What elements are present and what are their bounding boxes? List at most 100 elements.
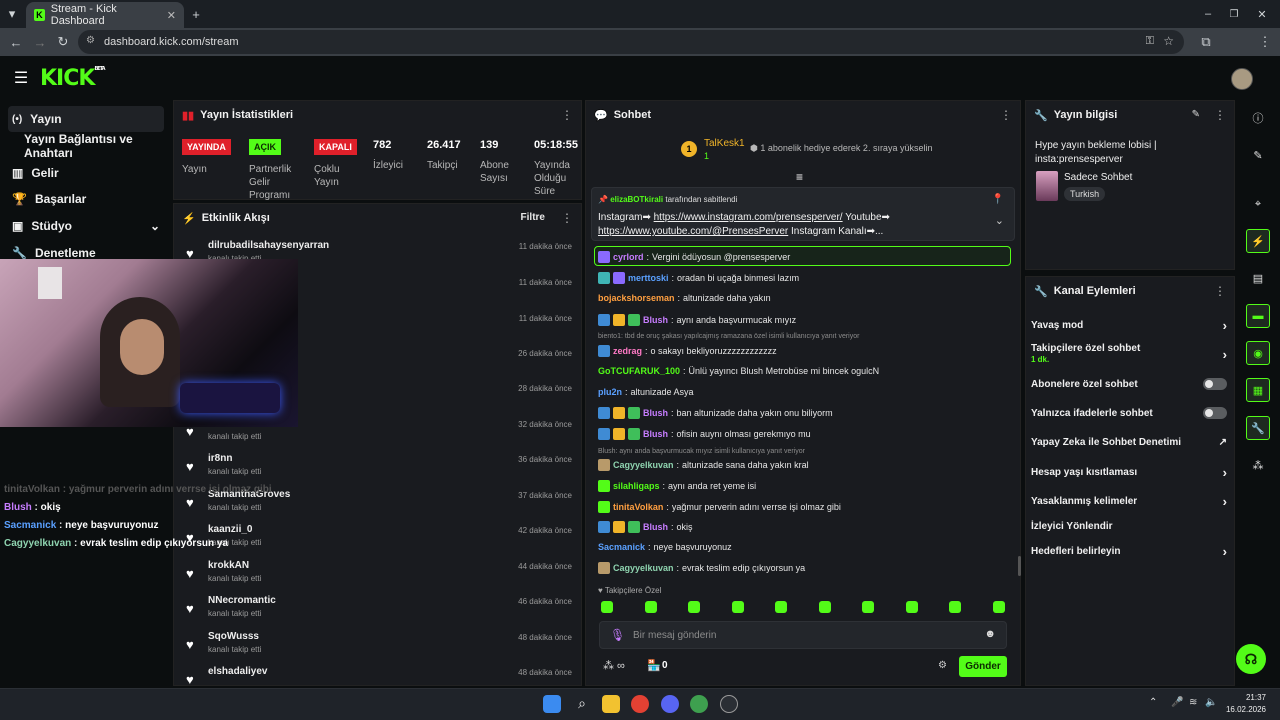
category-name[interactable]: Sadece Sohbet xyxy=(1064,172,1132,183)
broadcast-rail-icon[interactable]: ◉ xyxy=(1246,341,1270,365)
chat-message[interactable]: merttoski: oradan bi uçağa binmesi lazım xyxy=(598,272,799,284)
chat-username[interactable]: zedrag xyxy=(613,346,642,356)
stats-menu-icon[interactable]: ⋮ xyxy=(561,108,573,122)
chat-username[interactable]: Cagyyelkuvan xyxy=(613,460,674,470)
emote-icon[interactable] xyxy=(688,601,700,613)
chat-username[interactable]: bojackshorseman xyxy=(598,293,675,303)
expand-pin-icon[interactable]: ⌄ xyxy=(995,214,1004,227)
event-row[interactable]: ♥ krokkAN kanalı takip etti 44 dakika ön… xyxy=(182,558,572,594)
channel-points-icon[interactable]: ⁂ ∞ xyxy=(603,659,625,672)
support-headset-icon[interactable]: ☊ xyxy=(1236,644,1266,674)
chat-username[interactable]: merttoski xyxy=(628,273,669,283)
speaker-icon[interactable]: 🔈 xyxy=(1205,697,1217,708)
gift-leader-name[interactable]: TalKesk1 xyxy=(704,138,745,149)
notes-icon[interactable]: ▤ xyxy=(1246,266,1270,290)
discord-icon[interactable] xyxy=(661,695,679,713)
store-icon[interactable]: 🏪 xyxy=(647,659,661,672)
sidebar-item-basarilar[interactable]: 🏆 Başarılar xyxy=(8,186,164,212)
channel-action-row[interactable]: Takipçilere özel sohbet 1 dk. › xyxy=(1031,343,1227,365)
sidebar-item-stream-key[interactable]: Yayın Bağlantısı ve Anahtarı xyxy=(20,132,170,160)
chat-message[interactable]: bojackshorseman: altunizade daha yakın xyxy=(598,293,771,303)
emoji-icon[interactable]: ☻ xyxy=(984,628,996,640)
category-thumbnail[interactable] xyxy=(1036,171,1058,201)
emote-icon[interactable] xyxy=(601,601,613,613)
gift-prompt[interactable]: ⬢ 1 abonelik hediye ederek 2. sıraya yük… xyxy=(750,143,932,154)
hamburger-menu-icon[interactable]: ☰ xyxy=(12,69,30,87)
maximize-icon[interactable]: ❐ xyxy=(1226,6,1242,22)
emote-icon[interactable] xyxy=(775,601,787,613)
channel-action-row[interactable]: Hesap yaşı kısıtlaması › xyxy=(1031,461,1227,483)
layout-rail-icon[interactable]: ▦ xyxy=(1246,378,1270,402)
chat-message[interactable]: Blush: okiş xyxy=(598,521,693,533)
chat-message[interactable]: Blush: aynı anda başvurmucak mıyız xyxy=(598,314,796,326)
chat-username[interactable]: Cagyyelkuvan xyxy=(613,563,674,573)
chat-rail-icon[interactable]: ▬ xyxy=(1246,304,1270,328)
new-tab-icon[interactable]: + xyxy=(188,6,204,22)
chrome-icon[interactable] xyxy=(631,695,649,713)
mic-tray-icon[interactable]: 🎤 xyxy=(1171,697,1183,708)
user-avatar[interactable] xyxy=(1231,68,1253,90)
reload-icon[interactable]: ↻ xyxy=(55,34,71,50)
chat-username[interactable]: Sacmanick xyxy=(598,542,645,552)
chat-input-box[interactable]: 🎙 Bir mesaj gönderin ☻ xyxy=(599,621,1007,649)
chat-username[interactable]: tinitaVolkan xyxy=(613,502,663,512)
toggle-switch[interactable] xyxy=(1203,407,1227,419)
sidebar-item-yayin[interactable]: (•) Yayın xyxy=(8,106,164,132)
tray-expand-icon[interactable]: ⌃ xyxy=(1149,697,1157,708)
sidebar-item-gelir[interactable]: ▥ Gelir xyxy=(8,160,164,186)
windows-start-icon[interactable] xyxy=(543,695,561,713)
chat-username[interactable]: GoTCUFARUK_100 xyxy=(598,366,680,376)
microphone-icon[interactable]: 🎙 xyxy=(610,628,625,642)
forward-icon[interactable]: → xyxy=(32,34,48,50)
emote-icon[interactable] xyxy=(732,601,744,613)
tab-menu-icon[interactable]: ▾ xyxy=(4,6,20,22)
chat-username[interactable]: Blush xyxy=(643,429,668,439)
extensions-icon[interactable]: ⧉ xyxy=(1198,34,1214,50)
chat-message[interactable]: Cagyyelkuvan: altunizade sana daha yakın… xyxy=(598,459,809,471)
chat-username[interactable]: cyrlord xyxy=(613,252,644,262)
event-row[interactable]: ♥ ir8nn kanalı takip etti 36 dakika önce xyxy=(182,451,572,487)
channel-action-row[interactable]: Yalnızca ifadelerle sohbet xyxy=(1031,402,1227,424)
chat-message[interactable]: zedrag: o sakayı bekliyoruzzzzzzzzzzzz xyxy=(598,345,777,357)
search-icon[interactable]: ⌕ xyxy=(573,695,591,713)
activity-menu-icon[interactable]: ⋮ xyxy=(561,211,573,225)
password-key-icon[interactable]: ⚿ xyxy=(1146,35,1154,48)
info-icon[interactable]: ⓘ xyxy=(1246,106,1270,130)
chat-message[interactable]: Blush: ofisin auynı olması gerekmıyo mu xyxy=(598,428,811,440)
event-row[interactable]: ♥ elshadaliyev 48 dakika önce xyxy=(182,664,572,685)
close-tab-icon[interactable]: ✕ xyxy=(167,9,176,22)
chat-username[interactable]: Blush xyxy=(643,522,668,532)
chat-message[interactable]: silahligaps: aynı anda ret yeme isi xyxy=(598,480,756,492)
url-bar[interactable]: ⚙ dashboard.kick.com/stream ⚿ ☆ xyxy=(78,30,1184,54)
close-window-icon[interactable]: ✕ xyxy=(1254,6,1270,22)
wifi-icon[interactable]: ≋ xyxy=(1189,697,1197,708)
pencil-icon[interactable]: ✎ xyxy=(1246,143,1270,167)
chat-username[interactable]: plu2n xyxy=(598,387,622,397)
chrome-profile-icon[interactable] xyxy=(690,695,708,713)
obs-icon[interactable] xyxy=(720,695,738,713)
channel-action-row[interactable]: İzleyici Yönlendir xyxy=(1031,515,1227,537)
chat-message[interactable]: Sacmanick: neye başvuruyonuz xyxy=(598,542,732,552)
channel-action-row[interactable]: Yasaklanmış kelimeler › xyxy=(1031,490,1227,512)
emote-icon[interactable] xyxy=(906,601,918,613)
channel-action-row[interactable]: Yapay Zeka ile Sohbet Denetimi ↗ xyxy=(1031,431,1227,453)
browser-tab[interactable]: K Stream - Kick Dashboard ✕ xyxy=(26,2,184,28)
chat-username[interactable]: Blush xyxy=(643,315,668,325)
chat-username[interactable]: Blush xyxy=(643,408,668,418)
chat-message[interactable]: Blush: ban altunizade daha yakın onu bil… xyxy=(598,407,833,419)
back-icon[interactable]: ← xyxy=(8,34,24,50)
event-row[interactable]: ♥ kaanzii_0 kanalı takip etti 42 dakika … xyxy=(182,522,572,558)
send-button[interactable]: Gönder xyxy=(959,656,1007,677)
stream-info-menu-icon[interactable]: ⋮ xyxy=(1214,108,1226,122)
chat-username[interactable]: silahligaps xyxy=(613,481,660,491)
collapse-leaderboard-icon[interactable]: ≡ xyxy=(796,170,803,184)
minimize-icon[interactable]: – xyxy=(1200,6,1216,22)
sidebar-item-studyo[interactable]: ▣ Stüdyo ⌄ xyxy=(8,213,164,239)
chat-message[interactable]: Cagyyelkuvan: evrak teslim edip çıkıyors… xyxy=(598,562,805,574)
emote-icon[interactable] xyxy=(993,601,1005,613)
moderation-rail-icon[interactable]: 🔧 xyxy=(1246,416,1270,440)
focus-icon[interactable]: ⌖ xyxy=(1246,192,1270,216)
event-row[interactable]: ♥ SqoWusss kanalı takip etti 48 dakika ö… xyxy=(182,629,572,665)
quick-actions-icon[interactable]: ⚡ xyxy=(1246,229,1270,253)
browser-menu-icon[interactable]: ⋮ xyxy=(1258,34,1272,50)
